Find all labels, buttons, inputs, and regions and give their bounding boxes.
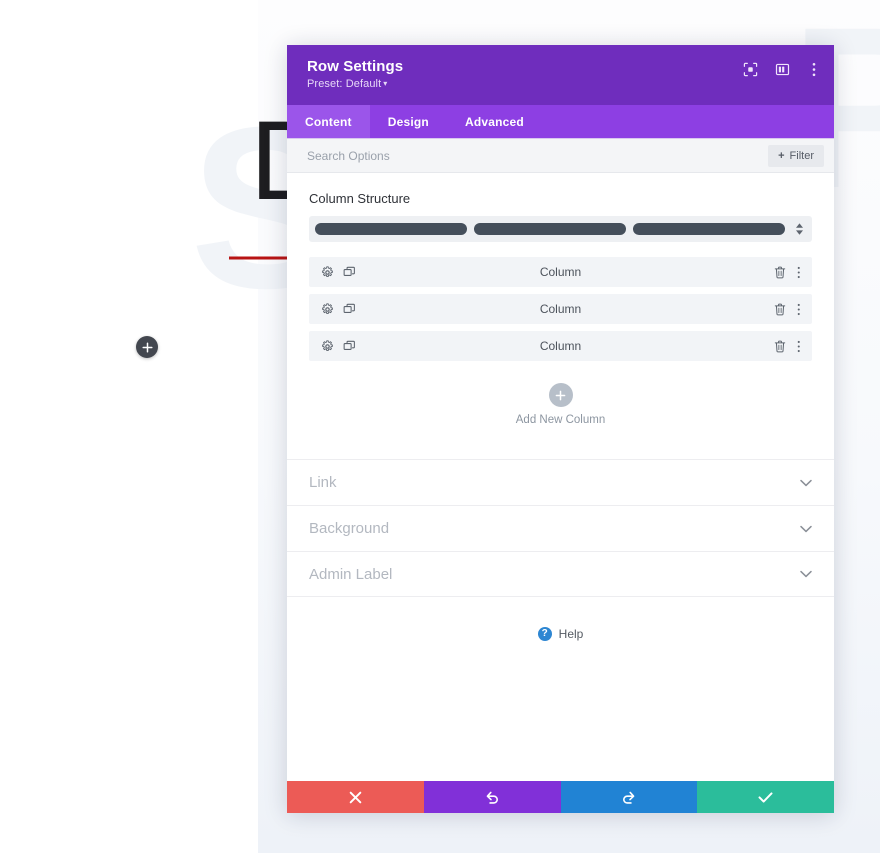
trash-icon[interactable] — [774, 266, 786, 279]
structure-bar[interactable] — [633, 223, 785, 235]
add-new-column-label: Add New Column — [515, 414, 606, 426]
column-label: Column — [539, 265, 582, 279]
table-row[interactable]: Column — [309, 257, 812, 287]
accordion-title: Link — [309, 474, 337, 491]
layout-panel-icon[interactable] — [774, 61, 790, 77]
duplicate-icon[interactable] — [343, 340, 356, 353]
modal-body: Column Structure Column Column Column Ad… — [287, 173, 834, 781]
duplicate-icon[interactable] — [343, 266, 356, 279]
duplicate-icon[interactable] — [343, 303, 356, 316]
filter-label: Filter — [789, 149, 814, 162]
gear-icon[interactable] — [321, 302, 334, 316]
tab-content[interactable]: Content — [287, 105, 370, 138]
modal-header: Row Settings Preset: Default ▾ — [287, 45, 834, 105]
discard-button[interactable] — [287, 781, 424, 813]
accordion-title: Background — [309, 520, 390, 537]
screen: S P Design Row Settings Preset: Default▾ — [0, 0, 880, 853]
accordion-link[interactable]: Link — [287, 459, 834, 505]
row-right-actions — [774, 303, 801, 316]
trash-icon[interactable] — [774, 303, 786, 316]
settings-tabs: Content Design Advanced — [287, 105, 834, 139]
kebab-menu-icon[interactable] — [797, 266, 801, 279]
modal-footer — [287, 781, 834, 813]
table-row[interactable]: Column — [309, 294, 812, 324]
accordion-title: Admin Label — [309, 565, 393, 583]
tab-advanced[interactable]: Advanced — [447, 105, 542, 138]
accordion-admin-label[interactable]: Admin Label — [287, 551, 834, 597]
kebab-menu-icon[interactable] — [797, 340, 801, 353]
header-actions — [742, 61, 822, 77]
help-label: Help — [558, 627, 584, 641]
redo-button[interactable] — [560, 781, 698, 813]
structure-stepper[interactable] — [792, 223, 806, 235]
trash-icon[interactable] — [774, 340, 786, 353]
column-label: Column — [539, 339, 582, 353]
structure-bar[interactable] — [315, 223, 467, 235]
gear-icon[interactable] — [321, 339, 334, 353]
tab-design[interactable]: Design — [370, 105, 447, 138]
filter-button[interactable]: + Filter — [768, 144, 824, 167]
row-right-actions — [774, 266, 801, 279]
plus-icon — [548, 383, 573, 407]
search-bar: + Filter — [287, 139, 834, 173]
add-section-button[interactable] — [136, 336, 158, 358]
structure-bar[interactable] — [474, 223, 626, 235]
table-row[interactable]: Column — [309, 331, 812, 361]
column-structure-label: Column Structure — [309, 191, 411, 206]
column-list: Column Column Column — [287, 257, 834, 361]
gear-icon[interactable] — [321, 265, 334, 279]
row-right-actions — [774, 340, 801, 353]
kebab-menu-icon[interactable] — [797, 303, 801, 316]
row-settings-modal: Row Settings Preset: Default ▾ Content D… — [287, 45, 834, 813]
add-new-column-button[interactable]: Add New Column — [287, 383, 834, 426]
chevron-down-icon: ▾ — [383, 79, 388, 89]
search-input[interactable] — [307, 148, 769, 163]
option-groups: Link Background Admin Label — [287, 459, 834, 597]
expand-icon[interactable] — [742, 61, 758, 77]
row-left-actions — [321, 339, 356, 353]
help-icon: ? — [537, 627, 552, 641]
chevron-down-icon — [800, 570, 812, 578]
column-structure-selector[interactable] — [309, 216, 812, 242]
chevron-down-icon — [800, 525, 812, 533]
kebab-menu-icon[interactable] — [806, 61, 822, 77]
accordion-background[interactable]: Background — [287, 505, 834, 551]
preset-selector[interactable]: Preset: Default ▾ — [307, 78, 818, 90]
row-left-actions — [321, 302, 356, 316]
row-left-actions — [321, 265, 356, 279]
undo-button[interactable] — [423, 781, 561, 813]
help-link[interactable]: ? Help — [287, 627, 834, 641]
column-label: Column — [539, 302, 582, 316]
preset-label: Preset: Default — [307, 78, 382, 91]
chevron-down-icon — [800, 479, 812, 487]
plus-icon: + — [778, 149, 785, 162]
save-button[interactable] — [697, 781, 834, 813]
